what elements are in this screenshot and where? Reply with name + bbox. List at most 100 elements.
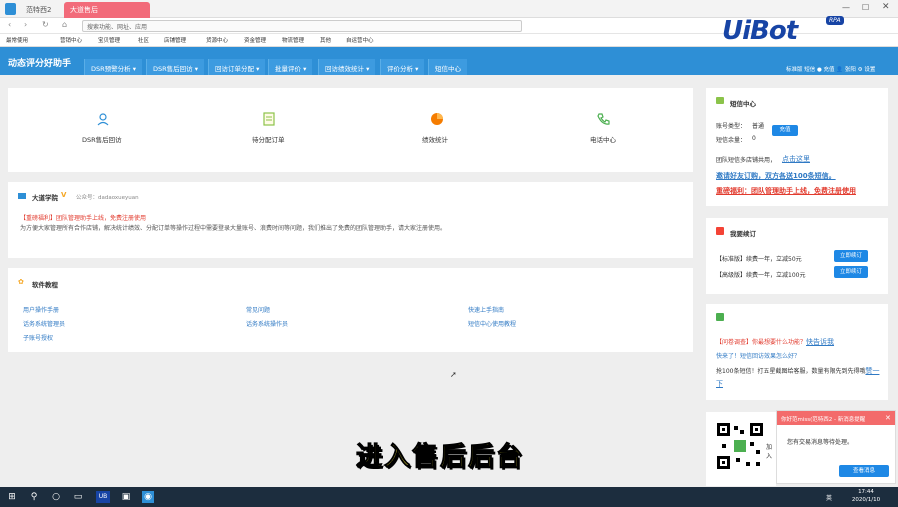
- qr-panel: 加入: [706, 412, 776, 486]
- menu-dsr-warning[interactable]: DSR预警分析 ▾: [84, 59, 142, 75]
- tutorial-link[interactable]: 快速上手指南: [468, 305, 504, 314]
- uibot-watermark: UiBot: [722, 16, 798, 46]
- back-icon[interactable]: ‹: [8, 20, 11, 29]
- sms-welfare-link[interactable]: 重磅福利：团队管理助手上线，免费注册使用: [716, 186, 856, 196]
- menu-sms-center[interactable]: 短信中心: [428, 59, 467, 75]
- uibot-app-icon[interactable]: UB: [96, 491, 110, 503]
- tutorial-link[interactable]: 话务系统操作员: [246, 319, 288, 328]
- app-title: 动态评分好助手: [8, 59, 72, 69]
- gift-icon: [716, 227, 724, 235]
- sms-type-label: 账号类型：: [716, 123, 747, 130]
- tutorial-link[interactable]: 子账号授权: [23, 333, 53, 342]
- sms-type-value: 普通: [752, 123, 765, 130]
- renew-standard-button[interactable]: 立即续订: [834, 250, 868, 262]
- renew-standard: 【标准版】续费一年，立减50元: [716, 256, 802, 263]
- bookmark-item[interactable]: 社区: [138, 36, 149, 44]
- handshake-icon[interactable]: [96, 112, 110, 126]
- menu-performance[interactable]: 回访绩效统计 ▾: [318, 59, 376, 75]
- tutorial-link[interactable]: 短信中心使用教程: [468, 319, 516, 328]
- recharge-button[interactable]: 充值: [772, 125, 798, 136]
- refresh-icon[interactable]: ↻: [42, 20, 49, 29]
- sms-title: 短信中心: [730, 100, 756, 108]
- academy-account: 公众号：dadaoxueyuan: [76, 195, 139, 201]
- qr-code-icon: [716, 422, 764, 470]
- bookmark-item[interactable]: 宝贝管理: [98, 36, 120, 44]
- board-item-2[interactable]: 快来了！短信回访效果怎么好？: [716, 351, 800, 360]
- clock-time[interactable]: 17:44: [848, 489, 884, 495]
- academy-logo-icon: [18, 193, 26, 199]
- bookmark-item[interactable]: 货源中心: [206, 36, 228, 44]
- quick-label[interactable]: 电话中心: [590, 134, 616, 144]
- bookmark-item[interactable]: 资金管理: [244, 36, 266, 44]
- view-message-button[interactable]: 查看消息: [839, 465, 889, 477]
- close-icon[interactable]: ✕: [882, 2, 890, 12]
- renew-advanced-button[interactable]: 立即续订: [834, 266, 868, 278]
- browser-logo-icon: [5, 3, 16, 15]
- bookmark-item[interactable]: 其他: [320, 36, 331, 44]
- header-account-info[interactable]: 标准版 短信 ● 充值 👤 张阳 ⚙ 设置: [786, 65, 875, 73]
- browser-app-icon[interactable]: ◉: [142, 491, 154, 503]
- board-item-link[interactable]: 快告诉我: [806, 338, 834, 346]
- close-icon[interactable]: ✕: [885, 414, 891, 422]
- tutorial-link[interactable]: 用户操作手册: [23, 305, 59, 314]
- academy-name: 大道学院: [32, 194, 58, 202]
- video-subtitle: 进入售后后台: [355, 442, 525, 473]
- academy-headline[interactable]: 【重磅福利】团队管理助手上线，免费注册使用: [20, 213, 146, 222]
- app-window-icon[interactable]: ▣: [120, 491, 132, 503]
- forward-icon[interactable]: ›: [24, 20, 27, 29]
- input-language[interactable]: 英: [826, 493, 832, 502]
- academy-panel: 大道学院 V 公众号：dadaoxueyuan 【重磅福利】团队管理助手上线，免…: [8, 182, 693, 258]
- phone-icon[interactable]: [596, 112, 610, 126]
- quick-label[interactable]: 绩效统计: [422, 134, 448, 144]
- menu-dsr-visit[interactable]: DSR售后回访 ▾: [146, 59, 204, 75]
- tutorial-link[interactable]: 常见问题: [246, 305, 270, 314]
- address-bar[interactable]: 搜索功能、网址、应用: [82, 20, 522, 32]
- quick-label[interactable]: 待分配订单: [252, 134, 285, 144]
- qr-label: 加入: [766, 444, 773, 460]
- task-view-icon[interactable]: ○: [50, 491, 62, 503]
- mouse-cursor-icon: ➚: [450, 370, 457, 379]
- search-icon[interactable]: ⚲: [28, 491, 40, 503]
- message-icon: [716, 97, 724, 104]
- browser-tab-active[interactable]: 大道售后: [64, 2, 150, 18]
- clock-date[interactable]: 2020/1/10: [846, 497, 886, 503]
- bookmark-item[interactable]: 营销中心: [60, 36, 82, 44]
- home-icon[interactable]: ⌂: [62, 20, 67, 29]
- browser-tab-1[interactable]: 范特西2: [20, 2, 62, 18]
- notification-body: 您有交易消息等待处理。: [787, 439, 854, 446]
- menu-review-analysis[interactable]: 评价分析 ▾: [380, 59, 425, 75]
- minimize-icon[interactable]: —: [842, 3, 850, 12]
- pie-chart-icon[interactable]: [430, 112, 444, 126]
- tutorial-panel: ✿ 软件教程 用户操作手册 常见问题 快速上手指南 话务系统管理员 话务系统操作…: [8, 268, 693, 352]
- academy-body: 为方便大家管理所有合作店铺，解决统计绩效、分配订单等操作过程中需要登录大量账号、…: [20, 225, 447, 232]
- menu-batch-review[interactable]: 批量评价 ▾: [268, 59, 313, 75]
- tutorial-link[interactable]: 话务系统管理员: [23, 319, 65, 328]
- quick-actions-panel: DSR售后回访 待分配订单 绩效统计 电话中心: [8, 88, 693, 172]
- app-header: 动态评分好助手 DSR预警分析 ▾ DSR售后回访 ▾ 回访订单分配 ▾ 批量评…: [0, 47, 898, 75]
- sms-invite-link[interactable]: 邀请好友订购，双方各送100条短信。: [716, 171, 836, 181]
- sms-team-link[interactable]: 点击这里: [782, 154, 810, 164]
- document-icon[interactable]: [262, 112, 276, 126]
- bookmark-item[interactable]: 店铺管理: [164, 36, 186, 44]
- renew-panel: 我要续订 【标准版】续费一年，立减50元 立即续订 【高级版】续费一年，立减10…: [706, 218, 888, 294]
- quick-label[interactable]: DSR售后回访: [82, 134, 122, 144]
- board-item-1[interactable]: 【问卷调查】你最想要什么功能？快告诉我: [716, 337, 834, 347]
- rpa-badge: RPA: [826, 16, 844, 25]
- bookmark-item[interactable]: 最常使用: [6, 36, 28, 44]
- renew-advanced: 【高级版】续费一年，立减100元: [716, 272, 806, 279]
- notification-popup: 你好范miss(范特西2 - 新消息提醒 ✕ 您有交易消息等待处理。 查看消息: [776, 410, 896, 484]
- notification-header: 你好范miss(范特西2 - 新消息提醒: [777, 411, 895, 425]
- sms-balance-value: 0: [752, 135, 756, 142]
- windows-start-icon[interactable]: ⊞: [6, 491, 18, 503]
- menu-order-assign[interactable]: 回访订单分配 ▾: [208, 59, 266, 75]
- sms-balance-label: 短信余量：: [716, 137, 747, 144]
- bookmark-item[interactable]: 自运营中心: [346, 36, 374, 44]
- bookmark-item[interactable]: 物流管理: [282, 36, 304, 44]
- board-item-3[interactable]: 抢100条短信！打五星截图给客服，数量有限先到先得哦赞一下: [716, 365, 882, 391]
- renew-title: 我要续订: [730, 230, 756, 238]
- maximize-icon[interactable]: ☐: [862, 3, 869, 12]
- file-explorer-icon[interactable]: ▭: [72, 491, 84, 503]
- sms-panel: 短信中心 账号类型： 普通 短信余量： 0 充值 团队短信多店铺共用， 点击这里…: [706, 88, 888, 206]
- blackboard-panel: 【问卷调查】你最想要什么功能？快告诉我 快来了！短信回访效果怎么好？ 抢100条…: [706, 304, 888, 400]
- taskbar: ⊞ ⚲ ○ ▭ UB ▣ ◉ 英 17:44 2020/1/10: [0, 487, 898, 507]
